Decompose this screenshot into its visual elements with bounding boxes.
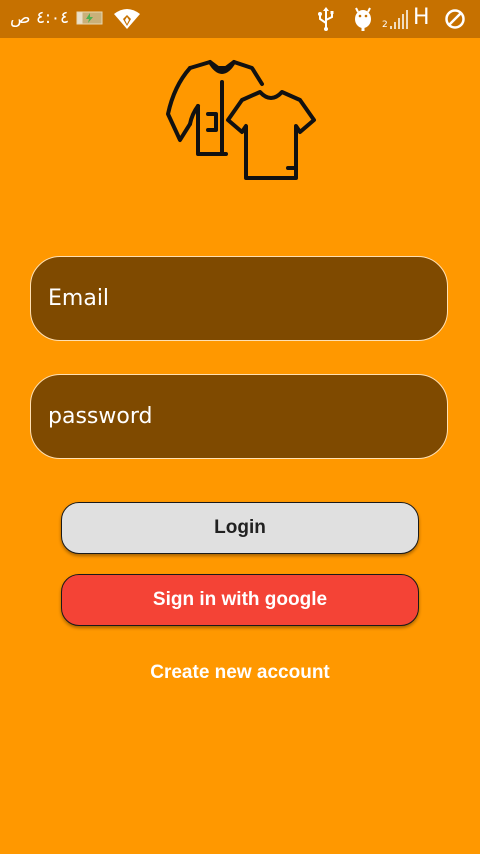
password-placeholder: password — [48, 404, 153, 429]
network-type-label: H — [413, 5, 430, 30]
android-debug-icon — [355, 7, 371, 31]
battery-charging-icon — [76, 11, 103, 25]
create-account-link[interactable]: Create new account — [0, 660, 480, 686]
no-sim-icon — [445, 9, 465, 29]
status-time: ٤:٠٤ ص — [10, 8, 70, 28]
email-placeholder: Email — [48, 286, 110, 311]
login-button[interactable]: Login — [61, 502, 419, 554]
password-field[interactable]: password — [30, 374, 448, 459]
signal-icon: 2 — [382, 10, 408, 30]
clothes-icon — [166, 60, 316, 180]
usb-icon — [318, 7, 334, 31]
signal-label: 2 — [382, 20, 388, 30]
status-bar: ٤:٠٤ ص 2 H — [0, 0, 480, 38]
wifi-icon — [114, 9, 140, 29]
google-sign-in-button[interactable]: Sign in with google — [61, 574, 419, 626]
email-field[interactable]: Email — [30, 256, 448, 341]
